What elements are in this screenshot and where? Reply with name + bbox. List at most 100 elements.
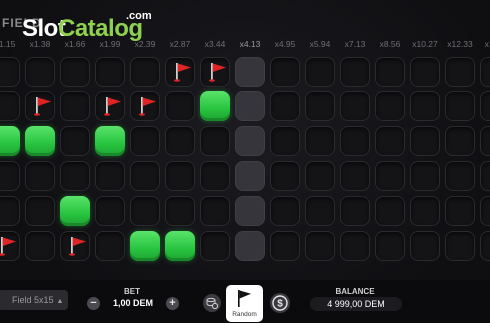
random-label: Random bbox=[232, 311, 257, 318]
cell-safe bbox=[25, 126, 55, 156]
cell-unrevealed bbox=[270, 161, 300, 191]
cashout-button[interactable]: $ bbox=[270, 293, 290, 313]
field-size-label: Field 5x15 bbox=[12, 295, 54, 305]
random-button[interactable]: Random bbox=[226, 285, 263, 322]
cell-unrevealed bbox=[305, 161, 335, 191]
cell-unrevealed bbox=[375, 57, 405, 87]
cell-unrevealed bbox=[305, 91, 335, 121]
cell-unrevealed bbox=[410, 126, 440, 156]
cell-unrevealed bbox=[25, 161, 55, 191]
cell-unrevealed bbox=[200, 161, 230, 191]
flag-icon bbox=[68, 235, 88, 257]
cell-unrevealed bbox=[270, 231, 300, 261]
cell-unrevealed bbox=[60, 91, 90, 121]
cell-unrevealed bbox=[0, 57, 20, 87]
cell-unrevealed bbox=[375, 196, 405, 226]
bet-label: BET bbox=[124, 287, 140, 296]
game-stage: FIELD Slot Catalog .com x1.15x1.38x1.66x… bbox=[0, 0, 490, 323]
cell-unrevealed bbox=[270, 126, 300, 156]
cell-next-column[interactable] bbox=[235, 161, 265, 191]
cell-unrevealed bbox=[165, 126, 195, 156]
cell-unrevealed bbox=[480, 126, 490, 156]
cell-flagged bbox=[95, 91, 125, 121]
cell-unrevealed bbox=[60, 126, 90, 156]
flag-icon bbox=[208, 61, 228, 83]
cell-unrevealed bbox=[410, 91, 440, 121]
cell-next-column[interactable] bbox=[235, 91, 265, 121]
cell-next-column[interactable] bbox=[235, 196, 265, 226]
cell-unrevealed bbox=[25, 231, 55, 261]
cell-unrevealed bbox=[480, 91, 490, 121]
cell-unrevealed bbox=[95, 57, 125, 87]
cell-unrevealed bbox=[165, 161, 195, 191]
cell-unrevealed bbox=[445, 57, 475, 87]
cell-unrevealed bbox=[165, 196, 195, 226]
cell-next-column[interactable] bbox=[235, 231, 265, 261]
cell-unrevealed bbox=[25, 196, 55, 226]
cell-next-column[interactable] bbox=[235, 126, 265, 156]
cell-unrevealed bbox=[0, 161, 20, 191]
cell-unrevealed bbox=[25, 57, 55, 87]
cell-safe bbox=[95, 126, 125, 156]
cell-safe bbox=[60, 196, 90, 226]
cell-safe bbox=[0, 126, 20, 156]
cell-flagged bbox=[165, 57, 195, 87]
bet-value: 1,00 DEM bbox=[112, 298, 154, 308]
cell-unrevealed bbox=[410, 57, 440, 87]
cell-unrevealed bbox=[305, 196, 335, 226]
cell-unrevealed bbox=[375, 126, 405, 156]
coin-stack-icon bbox=[206, 297, 219, 310]
cell-unrevealed bbox=[130, 57, 160, 87]
cell-unrevealed bbox=[340, 91, 370, 121]
bet-increase-button[interactable]: + bbox=[166, 297, 179, 310]
cell-flagged bbox=[130, 91, 160, 121]
cell-flagged bbox=[60, 231, 90, 261]
cell-unrevealed bbox=[95, 161, 125, 191]
flag-icon bbox=[103, 95, 123, 117]
cell-unrevealed bbox=[0, 196, 20, 226]
cell-unrevealed bbox=[480, 57, 490, 87]
cell-unrevealed bbox=[340, 161, 370, 191]
cell-unrevealed bbox=[445, 161, 475, 191]
cell-unrevealed bbox=[305, 57, 335, 87]
flag-icon bbox=[138, 95, 158, 117]
field-size-selector[interactable]: Field 5x15 ▲ bbox=[0, 290, 68, 310]
cell-unrevealed bbox=[445, 91, 475, 121]
cell-unrevealed bbox=[445, 196, 475, 226]
bet-decrease-button[interactable]: − bbox=[87, 297, 100, 310]
cell-safe bbox=[200, 91, 230, 121]
cell-unrevealed bbox=[445, 126, 475, 156]
flag-icon bbox=[238, 290, 251, 307]
cell-unrevealed bbox=[445, 231, 475, 261]
slotcatalog-watermark: FIELD Slot Catalog .com bbox=[0, 6, 160, 42]
cell-unrevealed bbox=[340, 231, 370, 261]
cell-unrevealed bbox=[410, 231, 440, 261]
cell-next-column[interactable] bbox=[235, 57, 265, 87]
cell-unrevealed bbox=[480, 161, 490, 191]
cell-unrevealed bbox=[375, 91, 405, 121]
cell-unrevealed bbox=[340, 126, 370, 156]
balance-label: BALANCE bbox=[335, 287, 375, 296]
cell-unrevealed bbox=[95, 196, 125, 226]
balance-value: 4 999,00 DEM bbox=[310, 297, 402, 311]
cell-unrevealed bbox=[200, 126, 230, 156]
cell-unrevealed bbox=[270, 91, 300, 121]
dollar-coin-icon: $ bbox=[272, 295, 288, 311]
cell-flagged bbox=[25, 91, 55, 121]
cell-unrevealed bbox=[305, 231, 335, 261]
cell-unrevealed bbox=[0, 91, 20, 121]
cell-unrevealed bbox=[60, 161, 90, 191]
cell-unrevealed bbox=[375, 161, 405, 191]
cell-unrevealed bbox=[480, 231, 490, 261]
cell-flagged bbox=[200, 57, 230, 87]
autobet-button[interactable] bbox=[203, 294, 221, 312]
cell-unrevealed bbox=[165, 91, 195, 121]
cell-unrevealed bbox=[410, 161, 440, 191]
caret-up-icon: ▲ bbox=[56, 298, 64, 305]
cell-unrevealed bbox=[130, 126, 160, 156]
svg-text:$: $ bbox=[277, 299, 283, 310]
cell-unrevealed bbox=[130, 161, 160, 191]
cell-unrevealed bbox=[270, 196, 300, 226]
cell-unrevealed bbox=[95, 231, 125, 261]
cell-unrevealed bbox=[375, 231, 405, 261]
